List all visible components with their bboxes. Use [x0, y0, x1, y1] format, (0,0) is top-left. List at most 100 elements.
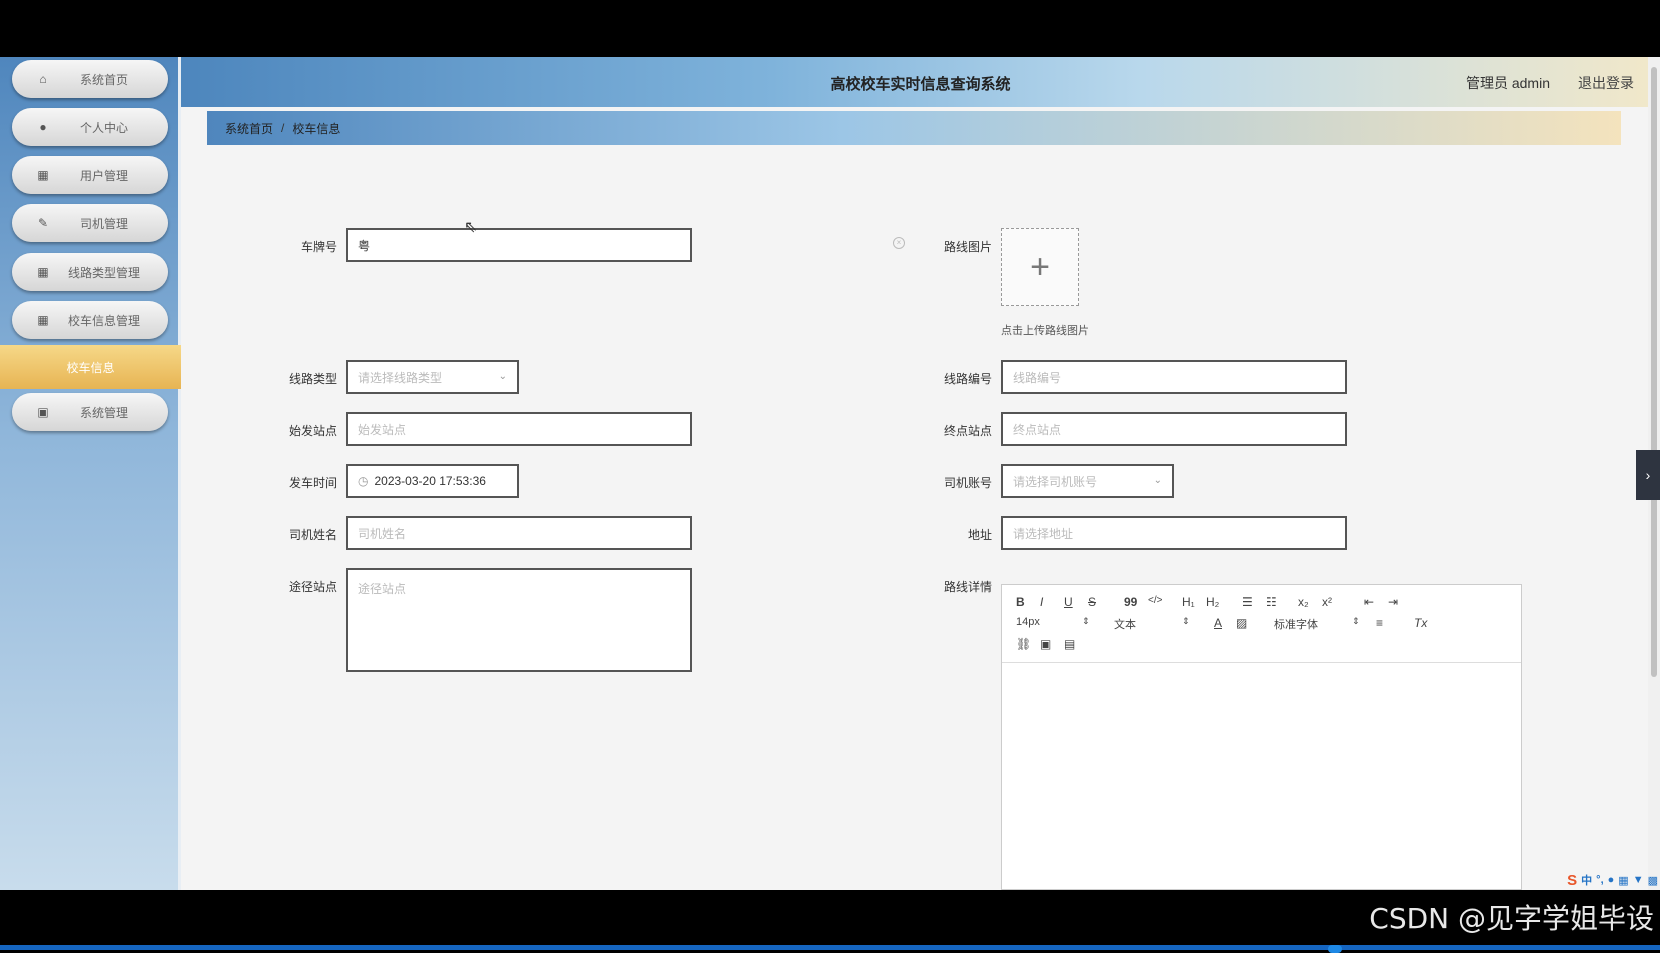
breadcrumb-current: 校车信息 [292, 120, 340, 137]
driver-name-input[interactable]: 司机姓名 [346, 516, 692, 550]
start-station-label: 始发站点 [257, 422, 337, 439]
sidebar: ⌂ 系统首页 ● 个人中心 ▦ 用户管理 ✎ 司机管理 ▦ 线路类型管理 ▦ 校… [0, 57, 181, 890]
address-input[interactable]: 请选择地址 [1001, 516, 1347, 550]
app-window: ⌂ 系统首页 ● 个人中心 ▦ 用户管理 ✎ 司机管理 ▦ 线路类型管理 ▦ 校… [0, 57, 1660, 890]
indent-decrease-icon[interactable]: ⇤ [1364, 595, 1374, 609]
driver-name-label: 司机姓名 [257, 526, 337, 543]
font-size-select[interactable]: 14px [1016, 616, 1040, 628]
subscript-button[interactable]: x₂ [1298, 595, 1309, 609]
breadcrumb-separator: / [281, 121, 284, 135]
sidebar-item-home[interactable]: ⌂ 系统首页 [12, 60, 168, 98]
top-header: 高校校车实时信息查询系统 管理员 admin 退出登录 [181, 57, 1660, 107]
watermark: CSDN @见字学姐毕设 [1369, 897, 1654, 937]
video-icon[interactable]: ▤ [1064, 637, 1075, 651]
toolbox-icon[interactable]: ▩ [1648, 874, 1658, 887]
font-color-button[interactable]: A [1214, 616, 1222, 630]
driver-name-placeholder: 司机姓名 [358, 525, 406, 542]
sidebar-item-label: 司机管理 [50, 215, 168, 232]
route-type-select[interactable]: 请选择线路类型 ⌄ [346, 360, 519, 394]
rich-text-editor[interactable]: B I U S 99 </> H₁ H₂ ☰ ☷ x₂ x² ⇤ ⇥ 14px … [1001, 584, 1522, 890]
end-station-input[interactable]: 终点站点 [1001, 412, 1347, 446]
h2-button[interactable]: H₂ [1206, 595, 1219, 609]
upload-tip: 点击上传路线图片 [1001, 322, 1089, 338]
paragraph-select[interactable]: 文本 [1114, 616, 1136, 632]
ordered-list-icon[interactable]: ☰ [1242, 595, 1253, 609]
sidebar-item-users[interactable]: ▦ 用户管理 [12, 156, 168, 194]
quote-button[interactable]: 99 [1124, 595, 1137, 609]
app-title: 高校校车实时信息查询系统 [181, 73, 1660, 94]
chevron-down-icon: ⌄ [499, 371, 507, 382]
plate-value: 粤 [358, 237, 370, 254]
plus-icon: + [1030, 248, 1050, 287]
chevron-updown-icon: ⇕ [1352, 616, 1360, 627]
driver-account-select[interactable]: 请选择司机账号 ⌄ [1001, 464, 1174, 498]
bold-button[interactable]: B [1016, 595, 1025, 609]
ime-lang[interactable]: 中 [1581, 872, 1592, 888]
clear-icon[interactable]: × [893, 237, 905, 249]
sidebar-item-bus-info[interactable]: ▦ 校车信息管理 [12, 301, 168, 339]
route-type-placeholder: 请选择线路类型 [358, 369, 442, 386]
underline-button[interactable]: U [1064, 595, 1073, 609]
depart-time-picker[interactable]: ◷ 2023-03-20 17:53:36 [346, 464, 519, 498]
chevron-down-icon: ⌄ [1154, 475, 1162, 486]
code-button[interactable]: </> [1148, 595, 1162, 606]
sidebar-item-label: 系统管理 [50, 404, 168, 421]
end-station-label: 终点站点 [912, 422, 992, 439]
ime-toolbar[interactable]: S 中 °, ● ▦ ▼ ▩ [1567, 870, 1658, 890]
font-family-select[interactable]: 标准字体 [1274, 616, 1318, 632]
breadcrumb-home[interactable]: 系统首页 [225, 120, 273, 137]
sidebar-item-drivers[interactable]: ✎ 司机管理 [12, 204, 168, 242]
sidebar-item-route-types[interactable]: ▦ 线路类型管理 [12, 253, 168, 291]
editor-toolbar: B I U S 99 </> H₁ H₂ ☰ ☷ x₂ x² ⇤ ⇥ 14px … [1002, 585, 1521, 663]
indent-increase-icon[interactable]: ⇥ [1388, 595, 1398, 609]
superscript-button[interactable]: x² [1322, 595, 1332, 609]
progress-handle[interactable] [1328, 945, 1342, 953]
start-station-input[interactable]: 始发站点 [346, 412, 692, 446]
microphone-icon[interactable]: ● [1608, 874, 1615, 886]
sidebar-item-label: 线路类型管理 [50, 264, 168, 281]
italic-button[interactable]: I [1040, 595, 1043, 609]
user-icon: ● [36, 120, 50, 134]
end-station-placeholder: 终点站点 [1013, 421, 1061, 438]
via-stations-label: 途径站点 [257, 578, 337, 595]
chevron-updown-icon: ⇕ [1182, 616, 1190, 627]
address-label: 地址 [912, 526, 992, 543]
sidebar-item-label: 个人中心 [50, 119, 168, 136]
scrollbar-thumb[interactable] [1651, 67, 1657, 677]
sidebar-subitem-bus-info[interactable]: 校车信息 [0, 345, 181, 389]
route-no-placeholder: 线路编号 [1013, 369, 1061, 386]
home-icon: ⌂ [36, 72, 50, 86]
skin-icon[interactable]: ▼ [1633, 874, 1644, 886]
strike-button[interactable]: S [1088, 595, 1096, 609]
link-icon[interactable]: ⛓ [1016, 637, 1031, 651]
driver-account-placeholder: 请选择司机账号 [1013, 473, 1097, 490]
route-image-upload[interactable]: + [1001, 228, 1079, 306]
plate-input[interactable]: 粤 [346, 228, 692, 262]
depart-time-label: 发车时间 [257, 474, 337, 491]
video-progress-bar[interactable] [0, 945, 1660, 950]
bullet-list-icon[interactable]: ☷ [1266, 595, 1277, 609]
punctuation-icon[interactable]: °, [1596, 874, 1603, 886]
sidebar-item-system[interactable]: ▣ 系统管理 [12, 393, 168, 431]
route-image-label: 路线图片 [912, 238, 992, 255]
align-icon[interactable]: ≡ [1376, 616, 1383, 630]
route-type-label: 线路类型 [257, 370, 337, 387]
image-icon[interactable]: ▣ [1040, 637, 1051, 651]
clean-format-button[interactable]: Tx [1414, 616, 1427, 630]
breadcrumb: 系统首页 / 校车信息 [207, 111, 1621, 145]
via-stations-textarea[interactable]: 途径站点 [346, 568, 692, 672]
grid-icon: ▦ [36, 313, 50, 327]
mouse-cursor-icon: ⇖ [464, 217, 477, 237]
h1-button[interactable]: H₁ [1182, 595, 1195, 609]
via-stations-placeholder: 途径站点 [358, 582, 406, 596]
route-no-input[interactable]: 线路编号 [1001, 360, 1347, 394]
sidebar-item-label: 系统首页 [50, 71, 168, 88]
logout-link[interactable]: 退出登录 [1578, 73, 1634, 93]
keyboard-icon[interactable]: ▦ [1618, 874, 1628, 887]
sidebar-item-profile[interactable]: ● 个人中心 [12, 108, 168, 146]
depart-time-value: 2023-03-20 17:53:36 [374, 474, 485, 488]
background-color-icon[interactable]: ▨ [1236, 616, 1247, 630]
drawer-toggle-button[interactable]: › [1636, 450, 1660, 500]
grid-icon: ▦ [36, 265, 50, 279]
editor-content[interactable] [1002, 663, 1521, 889]
